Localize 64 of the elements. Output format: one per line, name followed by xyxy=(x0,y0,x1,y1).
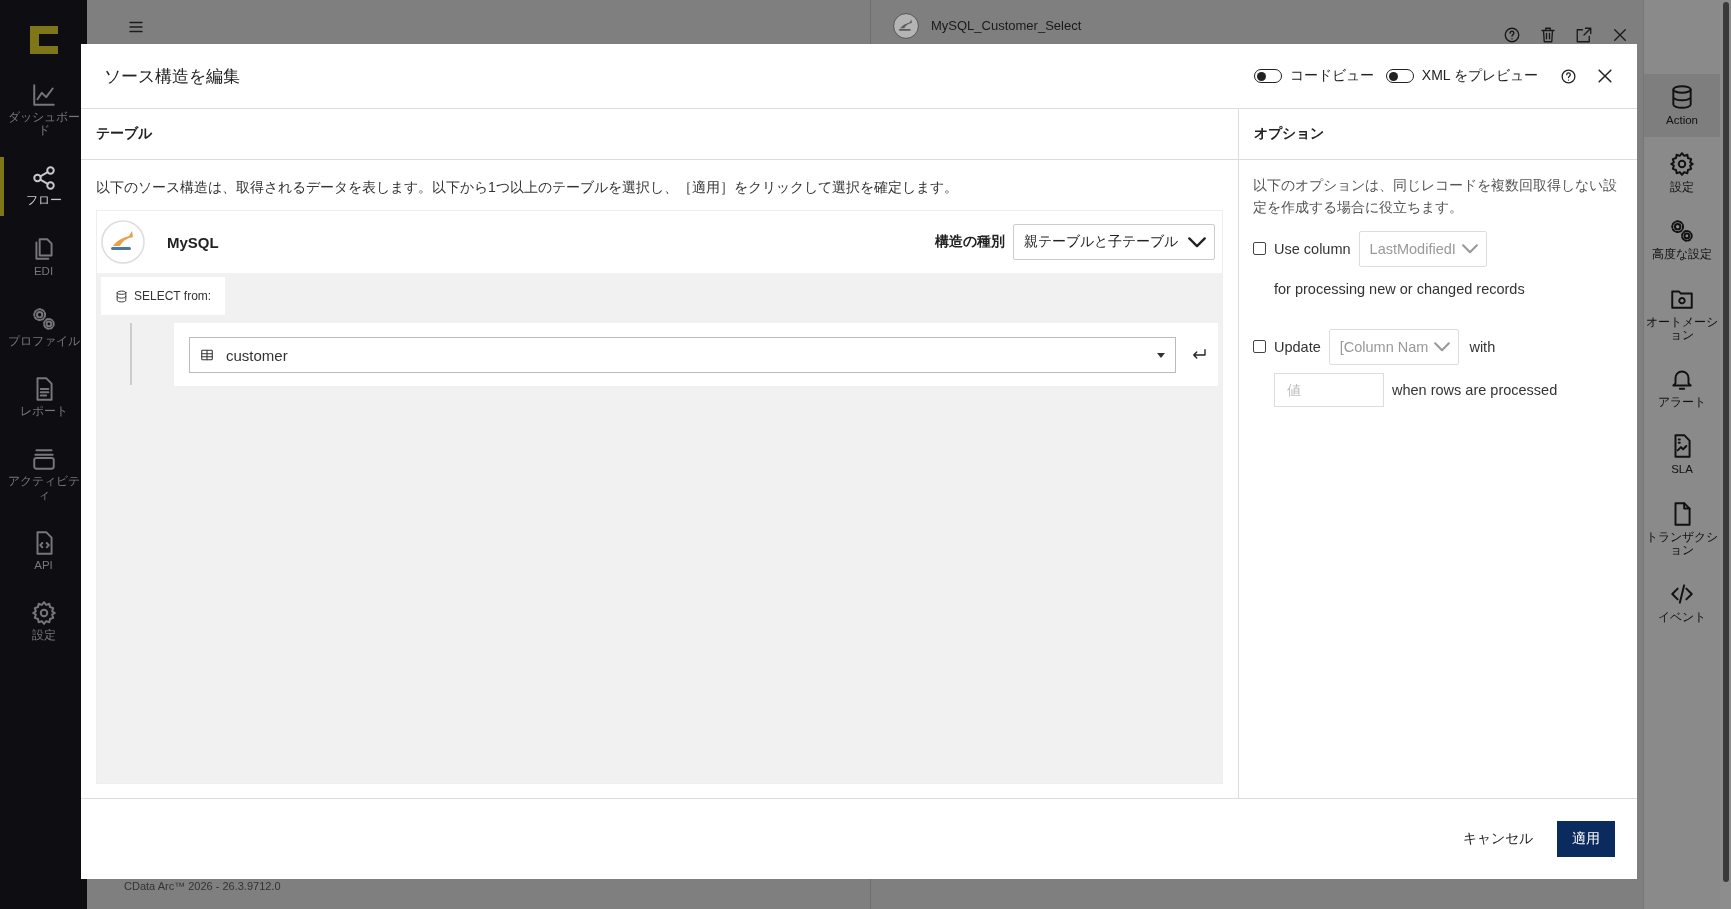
panel-tab[interactable]: イベント xyxy=(1644,570,1720,635)
sidebar-item[interactable]: API xyxy=(0,521,87,580)
flow-title: MySQL_Customer_Select xyxy=(931,18,1082,33)
version-text: CData Arc™ 2026 - 26.3.9712.0 xyxy=(124,880,281,892)
checkbox[interactable] xyxy=(1253,340,1266,354)
option-label: Use column xyxy=(1274,240,1351,257)
stack-icon xyxy=(30,446,57,473)
column-select[interactable]: LastModifiedI xyxy=(1358,230,1487,267)
panel-tab[interactable]: オートメーション xyxy=(1644,275,1720,353)
close-icon xyxy=(1611,26,1629,44)
panel-tab[interactable]: 設定 xyxy=(1644,141,1720,205)
description-text: 以下のソース構造は、取得されるデータを表します。以下から1つ以上のテーブルを選択し、［適用］をクリックして選択を確定します。 xyxy=(95,178,959,197)
settings-icon xyxy=(30,599,57,626)
panel-tab[interactable]: 高度な設定 xyxy=(1644,208,1720,272)
chevron-down-icon xyxy=(1461,243,1478,254)
option-label: Update xyxy=(1274,338,1321,355)
panel-heading: オプション xyxy=(1239,109,1637,160)
panel-tab[interactable]: Action xyxy=(1644,74,1720,138)
value-field[interactable]: 値 xyxy=(1274,372,1384,407)
database-icon xyxy=(1669,84,1695,110)
table-icon xyxy=(200,348,214,363)
checkbox[interactable] xyxy=(1253,242,1266,256)
option-note: for processing new or changed records xyxy=(1274,280,1526,297)
sidebar-item[interactable]: レポート xyxy=(0,368,87,427)
caret-icon xyxy=(1157,352,1165,358)
select-from-label: SELECT from: xyxy=(101,277,226,316)
chevron-down-icon xyxy=(1434,341,1451,352)
apply-button[interactable]: 適用 xyxy=(1557,821,1615,857)
toggle-label: コードビュー xyxy=(1289,67,1374,85)
settings-icon xyxy=(1669,151,1695,178)
sidebar-item[interactable]: プロファイル xyxy=(0,297,87,357)
panel-tab[interactable]: トランザクション xyxy=(1644,490,1720,567)
database-icon xyxy=(115,289,128,303)
toggle-label: XML をプレビュー xyxy=(1421,67,1538,85)
scrollbar[interactable] xyxy=(1722,2,1729,882)
table-select[interactable]: customer xyxy=(189,337,1176,374)
sidebar-item[interactable]: 設定 xyxy=(0,591,87,651)
help-icon xyxy=(1503,26,1521,44)
external-link-icon xyxy=(1575,26,1593,44)
description-text: 以下のオプションは、同じレコードを複数回取得しない設定を作成する場合に役立ちます。 xyxy=(1252,176,1618,218)
gears-icon xyxy=(1669,218,1695,245)
sidebar-item[interactable]: アクティビティ xyxy=(0,438,87,510)
trash-icon xyxy=(1539,26,1557,44)
option-note: when rows are processed xyxy=(1392,381,1558,398)
dialog-title: ソース構造を編集 xyxy=(104,65,241,88)
help-icon xyxy=(1560,67,1577,85)
share-icon xyxy=(30,165,57,192)
field-label: 構造の種別 xyxy=(935,233,1005,252)
panel-tab[interactable]: SLA xyxy=(1644,423,1720,487)
gears-icon xyxy=(30,305,57,332)
option-label: with xyxy=(1469,338,1496,355)
sidebar-item[interactable]: フロー xyxy=(0,157,87,216)
structure-select[interactable]: 親テーブルと子テーブル xyxy=(1013,224,1215,261)
logo-icon xyxy=(101,220,145,265)
cancel-button[interactable]: キャンセル xyxy=(1461,822,1535,856)
sidebar-item[interactable]: EDI xyxy=(0,227,87,286)
chart-icon xyxy=(30,82,57,108)
logo-icon xyxy=(893,13,919,39)
source-name: MySQL xyxy=(167,233,220,251)
column-select[interactable]: [Column Nam xyxy=(1328,328,1460,365)
chevron-down-icon xyxy=(1188,236,1206,248)
panel-tab[interactable]: アラート xyxy=(1644,356,1720,420)
logo-icon xyxy=(29,26,58,54)
panel-heading: テーブル xyxy=(81,109,1238,160)
